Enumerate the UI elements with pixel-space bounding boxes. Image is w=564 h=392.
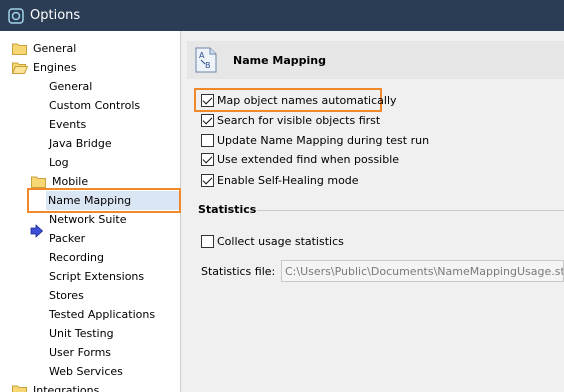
name-mapping-icon: A B [195, 47, 217, 73]
tree-item-label: General [49, 80, 93, 93]
tree-item-packer[interactable]: Packer [47, 229, 87, 248]
tree-item-web-services[interactable]: Web Services [47, 362, 125, 381]
page-header: A B Name Mapping [187, 41, 564, 79]
checkbox-unchecked[interactable] [201, 133, 214, 147]
tree-item-label: Java Bridge [49, 137, 112, 150]
title-bar: Options [0, 0, 564, 31]
tree-item-java-bridge[interactable]: Java Bridge [47, 134, 114, 153]
tree-item-general-root[interactable]: General [12, 39, 78, 58]
folder-open-icon [12, 61, 28, 74]
settings-panel: A B Name Mapping Map object names automa… [187, 31, 564, 392]
section-divider [257, 210, 564, 211]
tree-item-label: Script Extensions [49, 270, 145, 283]
tree-item-label: Tested Applications [49, 308, 156, 321]
use-extended-find-checkbox[interactable]: Use extended find when possible [201, 150, 399, 168]
folder-icon [31, 175, 47, 188]
tree-item-script-extensions[interactable]: Script Extensions [47, 267, 146, 286]
checkbox-checked[interactable] [201, 173, 214, 187]
icon-letter-b: B [205, 61, 211, 70]
tree-item-custom-controls[interactable]: Custom Controls [47, 96, 142, 115]
tree-item-label: Network Suite [49, 213, 127, 226]
checkbox-unchecked[interactable] [201, 234, 214, 248]
option-label: Map object names automatically [217, 93, 397, 107]
option-label: Update Name Mapping during test run [217, 133, 430, 147]
tree-item-label: Unit Testing [49, 327, 114, 340]
option-label: Use extended find when possible [217, 152, 400, 166]
app-icon [8, 7, 24, 24]
tree-item-label: Stores [49, 289, 84, 302]
tree-item-label: Integrations [33, 384, 100, 392]
tree-item-user-forms[interactable]: User Forms [47, 343, 113, 362]
folder-icon [12, 384, 28, 392]
selected-arrow-icon [30, 224, 44, 238]
tree-item-integrations[interactable]: Integrations [12, 381, 101, 392]
checkbox-checked[interactable] [201, 113, 214, 127]
tree-item-events[interactable]: Events [47, 115, 88, 134]
tree-item-label: Packer [49, 232, 86, 245]
tree-item-stores[interactable]: Stores [47, 286, 86, 305]
icon-letter-a: A [199, 51, 205, 60]
tree-item-label: Engines [33, 61, 77, 74]
tree-item-unit-testing[interactable]: Unit Testing [47, 324, 116, 343]
option-label: Collect usage statistics [217, 234, 344, 248]
search-visible-first-checkbox[interactable]: Search for visible objects first [201, 111, 380, 129]
tree-item-engines[interactable]: Engines [12, 58, 78, 77]
statistics-file-field[interactable]: C:\Users\Public\Documents\NameMappingUsa… [281, 260, 564, 282]
checkbox-checked[interactable] [201, 152, 214, 166]
tree-item-label: Recording [49, 251, 105, 264]
checkbox-checked[interactable] [201, 93, 214, 107]
tree-item-log[interactable]: Log [47, 153, 71, 172]
map-object-names-checkbox[interactable]: Map object names automatically [201, 91, 397, 109]
tree-item-label: Custom Controls [49, 99, 141, 112]
enable-self-healing-checkbox[interactable]: Enable Self-Healing mode [201, 171, 359, 189]
window-title: Options [30, 8, 81, 23]
option-label: Search for visible objects first [217, 113, 381, 127]
tree-item-label: Events [49, 118, 87, 131]
tree-item-label: Log [49, 156, 69, 169]
page-title: Name Mapping [233, 53, 326, 67]
tree-item-label: Web Services [49, 365, 123, 378]
tree-item-recording[interactable]: Recording [47, 248, 106, 267]
option-label: Enable Self-Healing mode [217, 173, 359, 187]
tree-item-tested-applications[interactable]: Tested Applications [47, 305, 157, 324]
selection-highlight-box [27, 188, 181, 213]
tree-item-label: Mobile [52, 175, 89, 188]
statistics-file-label: Statistics file: [201, 265, 276, 278]
tree-item-label: User Forms [49, 346, 112, 359]
collect-usage-statistics-checkbox[interactable]: Collect usage statistics [201, 232, 344, 250]
tree-item-label: General [33, 42, 77, 55]
tree-item-engines-general[interactable]: General [47, 77, 94, 96]
statistics-heading: Statistics [198, 203, 257, 216]
update-name-mapping-checkbox[interactable]: Update Name Mapping during test run [201, 131, 429, 149]
folder-icon [12, 42, 28, 55]
